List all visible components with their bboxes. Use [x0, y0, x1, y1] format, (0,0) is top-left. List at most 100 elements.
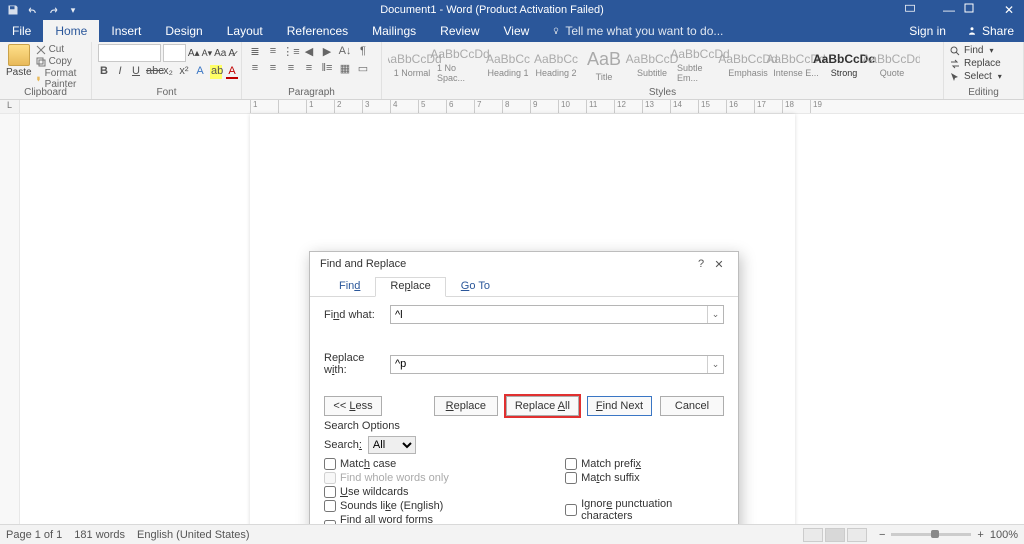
vertical-ruler[interactable] [0, 114, 20, 534]
search-direction-select[interactable]: All [368, 436, 416, 454]
sort-icon[interactable]: A↓ [338, 44, 352, 58]
tell-me[interactable]: Tell me what you want to do... [541, 20, 723, 42]
chevron-down-icon[interactable]: ⌄ [707, 306, 723, 323]
wildcards-check[interactable]: Use wildcards [324, 486, 475, 498]
dialog-tab-replace[interactable]: Replace [375, 277, 445, 297]
share-button[interactable]: Share [956, 20, 1024, 42]
undo-icon[interactable] [26, 3, 40, 17]
match-prefix-check[interactable]: Match prefix [565, 458, 724, 470]
replace-one-button[interactable]: Replace [434, 396, 498, 416]
tab-references[interactable]: References [275, 20, 360, 42]
align-center-icon[interactable]: ≡ [266, 61, 280, 75]
cancel-button[interactable]: Cancel [660, 396, 724, 416]
horizontal-ruler[interactable]: 112345678910111213141516171819 [20, 100, 1024, 113]
find-button[interactable]: Find▾ [950, 44, 1017, 57]
find-what-combo[interactable]: ⌄ [390, 305, 724, 324]
dialog-titlebar[interactable]: Find and Replace ? ✕ [310, 252, 738, 276]
line-spacing-icon[interactable]: ‖≡ [320, 61, 334, 75]
replace-with-combo[interactable]: ⌄ [390, 355, 724, 374]
tab-view[interactable]: View [492, 20, 542, 42]
show-marks-icon[interactable]: ¶ [356, 44, 370, 58]
sign-in[interactable]: Sign in [899, 20, 956, 42]
match-suffix-check[interactable]: Match suffix [565, 472, 724, 484]
close-icon[interactable]: ✕ [994, 3, 1024, 17]
tab-mailings[interactable]: Mailings [360, 20, 428, 42]
style-strong[interactable]: AaBbCcDcStrong [820, 44, 868, 86]
read-mode-icon[interactable] [803, 528, 823, 542]
style-subtitle[interactable]: AaBbCcDSubtitle [628, 44, 676, 86]
dialog-close-icon[interactable]: ✕ [710, 258, 728, 271]
save-icon[interactable] [6, 3, 20, 17]
increase-indent-icon[interactable]: ▶ [320, 44, 334, 58]
dialog-tab-goto[interactable]: Go To [446, 277, 505, 297]
zoom-control[interactable]: − + 100% [879, 529, 1018, 541]
style-nospacing[interactable]: AaBbCcDd1 No Spac... [436, 44, 484, 86]
multilevel-icon[interactable]: ⋮≡ [284, 44, 298, 58]
replace-all-button[interactable]: Replace All [506, 396, 579, 416]
style-quote[interactable]: AaBbCcDdQuote [868, 44, 916, 86]
status-language[interactable]: English (United States) [137, 529, 250, 541]
ribbon-options-icon[interactable] [904, 3, 934, 17]
highlight-icon[interactable]: ab [210, 65, 222, 79]
underline-button[interactable]: U [130, 65, 142, 79]
font-size-combo[interactable] [163, 44, 186, 62]
style-subtle-em[interactable]: AaBbCcDdSubtle Em... [676, 44, 724, 86]
maximize-icon[interactable] [964, 3, 994, 17]
tab-design[interactable]: Design [153, 20, 214, 42]
qat-customize-icon[interactable]: ▾ [66, 3, 80, 17]
numbering-icon[interactable]: ≡ [266, 44, 280, 58]
paste-button[interactable]: Paste [6, 44, 32, 90]
copy-button[interactable]: Copy [36, 56, 85, 67]
tab-home[interactable]: Home [43, 20, 99, 42]
ignore-punct-check[interactable]: Ignore punctuation characters [565, 498, 724, 522]
borders-icon[interactable]: ▭ [356, 61, 370, 75]
text-effects-icon[interactable]: A [194, 65, 206, 79]
replace-button[interactable]: Replace [950, 57, 1017, 70]
align-left-icon[interactable]: ≡ [248, 61, 262, 75]
less-button[interactable]: << Less [324, 396, 382, 416]
zoom-value[interactable]: 100% [990, 529, 1018, 541]
font-name-combo[interactable] [98, 44, 161, 62]
change-case-icon[interactable]: Aa [214, 48, 226, 59]
replace-with-input[interactable] [391, 356, 707, 373]
find-what-input[interactable] [391, 306, 707, 323]
style-emphasis[interactable]: AaBbCcDdEmphasis [724, 44, 772, 86]
tab-review[interactable]: Review [428, 20, 491, 42]
justify-icon[interactable]: ≡ [302, 61, 316, 75]
print-layout-icon[interactable] [825, 528, 845, 542]
zoom-out-icon[interactable]: − [879, 529, 885, 541]
zoom-slider[interactable] [891, 533, 971, 536]
superscript-button[interactable]: x² [178, 65, 190, 79]
decrease-indent-icon[interactable]: ◀ [302, 44, 316, 58]
tab-insert[interactable]: Insert [99, 20, 153, 42]
minimize-icon[interactable]: ― [934, 3, 964, 17]
tab-layout[interactable]: Layout [215, 20, 275, 42]
bullets-icon[interactable]: ≣ [248, 44, 262, 58]
cut-button[interactable]: Cut [36, 44, 85, 55]
align-right-icon[interactable]: ≡ [284, 61, 298, 75]
tab-file[interactable]: File [0, 20, 43, 42]
style-heading2[interactable]: AaBbCcHeading 2 [532, 44, 580, 86]
shading-icon[interactable]: ▦ [338, 61, 352, 75]
redo-icon[interactable] [46, 3, 60, 17]
font-color-icon[interactable]: A [226, 65, 238, 79]
grow-font-icon[interactable]: A▴ [188, 48, 200, 59]
italic-button[interactable]: I [114, 65, 126, 79]
style-title[interactable]: AaBTitle [580, 44, 628, 86]
subscript-button[interactable]: x₂ [162, 65, 174, 79]
style-normal[interactable]: AaBbCcDd1 Normal [388, 44, 436, 86]
find-next-button[interactable]: Find Next [587, 396, 652, 416]
bold-button[interactable]: B [98, 65, 110, 79]
status-words[interactable]: 181 words [74, 529, 125, 541]
shrink-font-icon[interactable]: A▾ [202, 48, 213, 59]
strikethrough-button[interactable]: abc [146, 65, 158, 79]
web-layout-icon[interactable] [847, 528, 867, 542]
dialog-tab-find[interactable]: Find [324, 277, 375, 297]
style-heading1[interactable]: AaBbCcHeading 1 [484, 44, 532, 86]
clear-formatting-icon[interactable]: A̷ [228, 48, 235, 59]
select-button[interactable]: Select▾ [950, 70, 1017, 83]
document-canvas[interactable]: Find and Replace ? ✕ Find Replace Go To … [20, 114, 1024, 534]
chevron-down-icon[interactable]: ⌄ [707, 356, 723, 373]
zoom-in-icon[interactable]: + [977, 529, 983, 541]
dialog-help-icon[interactable]: ? [692, 258, 710, 270]
